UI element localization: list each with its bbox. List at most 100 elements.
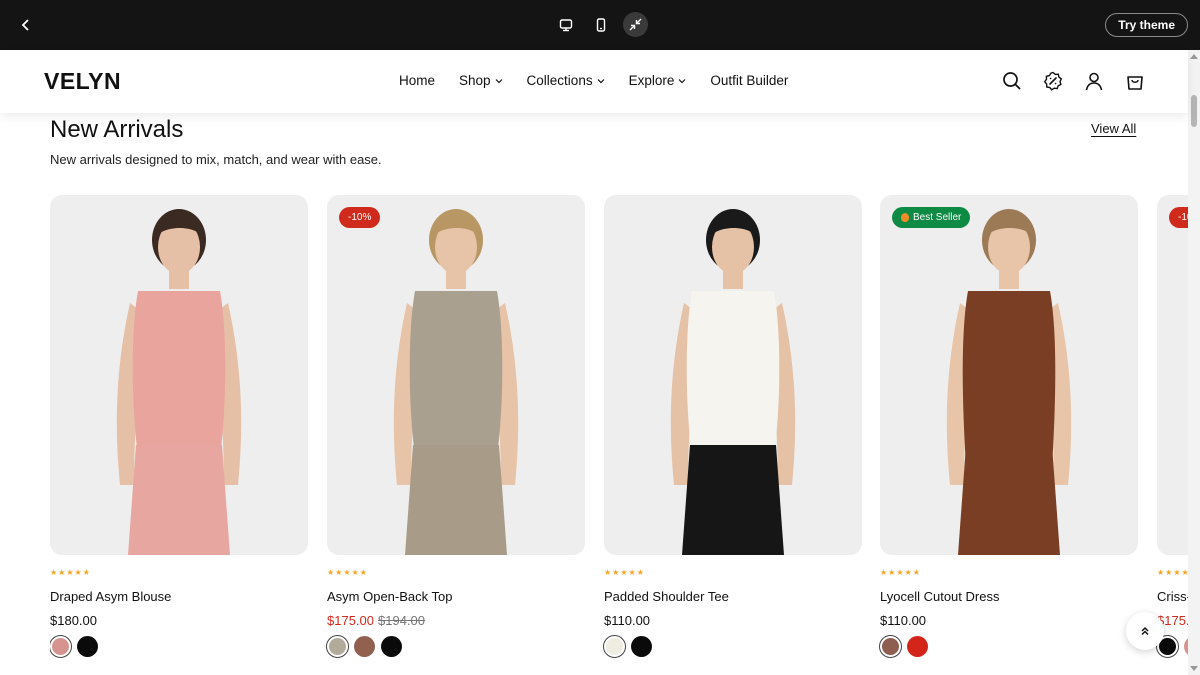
product-name[interactable]: Lyocell Cutout Dress — [880, 589, 1138, 604]
rating-stars: ★★★★★ — [327, 568, 585, 577]
color-swatches — [50, 635, 308, 658]
star-icon: ★ — [620, 568, 628, 577]
product-image[interactable]: -10 — [1157, 195, 1188, 555]
scroll-up-icon[interactable] — [1190, 54, 1198, 59]
star-icon: ★ — [359, 568, 367, 577]
product-image[interactable]: -10% — [327, 195, 585, 555]
try-theme-button[interactable]: Try theme — [1105, 13, 1188, 37]
cart-icon[interactable] — [1124, 70, 1146, 92]
color-swatch[interactable] — [603, 635, 626, 658]
header-icons — [1001, 70, 1146, 92]
nav-home[interactable]: Home — [399, 73, 435, 88]
product-image[interactable]: Best Seller — [880, 195, 1138, 555]
best-seller-badge: Best Seller — [892, 207, 971, 228]
product-name[interactable]: Criss- — [1157, 589, 1188, 604]
price-row: $180.00 — [50, 613, 308, 628]
nav-label: Home — [399, 73, 436, 88]
back-icon[interactable] — [14, 13, 38, 37]
product-price: $175.00 — [327, 613, 374, 628]
scroll-thumb[interactable] — [1191, 95, 1197, 127]
star-icon: ★ — [327, 568, 335, 577]
section-subtitle: New arrivals designed to mix, match, and… — [50, 152, 382, 167]
color-swatch[interactable] — [907, 636, 928, 657]
star-icon: ★ — [636, 568, 644, 577]
product-name[interactable]: Asym Open-Back Top — [327, 589, 585, 604]
color-swatch[interactable] — [1184, 636, 1188, 657]
product-card[interactable]: Best Seller ★ ★ ★ ★ ★ Lyocell Cutout Dress $110… — [879, 195, 1138, 658]
discount-badge: -10 — [1169, 207, 1188, 228]
color-swatch[interactable] — [381, 636, 402, 657]
site-header: VELYN Home Shop Collections Explore Outf… — [0, 50, 1188, 113]
nav-label: Explore — [628, 73, 675, 88]
product-name[interactable]: Padded Shoulder Tee — [604, 589, 862, 604]
product-card[interactable]: -10★★★★★Criss-$175. — [1156, 195, 1188, 658]
product-image[interactable] — [604, 195, 862, 555]
product-card[interactable]: ★ ★ ★ ★ ★ Padded Shoulder Tee $110.00 — [603, 195, 862, 658]
star-icon: ★ — [351, 568, 359, 577]
chevron-down-icon — [678, 78, 686, 83]
star-icon: ★ — [1181, 568, 1188, 577]
star-icon: ★ — [912, 568, 920, 577]
price-row: $110.00 — [604, 613, 862, 628]
logo[interactable]: VELYN — [44, 68, 121, 95]
star-icon: ★ — [896, 568, 904, 577]
nav-outfit-builder[interactable]: Outfit Builder — [710, 73, 788, 88]
nav-label: Collections — [526, 73, 593, 88]
nav-explore[interactable]: Explore — [629, 73, 687, 88]
product-price: $110.00 — [880, 613, 927, 628]
desktop-icon[interactable] — [553, 12, 578, 37]
color-swatch[interactable] — [77, 636, 98, 657]
product-price: $180.00 — [50, 613, 97, 628]
device-switcher — [553, 12, 648, 37]
flame-icon — [901, 213, 909, 222]
color-swatch[interactable] — [50, 635, 72, 658]
color-swatch[interactable] — [326, 635, 349, 658]
product-price: $110.00 — [604, 613, 651, 628]
color-swatch[interactable] — [879, 635, 902, 658]
collapse-icon[interactable] — [623, 12, 648, 37]
color-swatch[interactable] — [631, 636, 652, 657]
star-icon: ★ — [335, 568, 343, 577]
star-icon: ★ — [66, 568, 74, 577]
star-icon: ★ — [904, 568, 912, 577]
chevron-down-icon — [597, 78, 605, 83]
star-icon: ★ — [604, 568, 612, 577]
rating-stars: ★★★★★ — [604, 568, 862, 577]
discount-badge: -10% — [339, 207, 381, 228]
view-all-link[interactable]: View All — [1091, 121, 1136, 136]
star-icon: ★ — [880, 568, 888, 577]
badge-label: Best Seller — [913, 212, 962, 223]
badge-icon[interactable] — [1042, 70, 1064, 92]
rating-stars: ★★★★★ — [50, 568, 308, 577]
star-icon: ★ — [888, 568, 896, 577]
search-icon[interactable] — [1001, 70, 1023, 92]
product-name[interactable]: Draped Asym Blouse — [50, 589, 308, 604]
nav-collections[interactable]: Collections — [527, 73, 605, 88]
rating-stars: ★★★★★ — [880, 568, 1138, 577]
rating-stars: ★★★★★ — [1157, 568, 1188, 577]
star-icon: ★ — [58, 568, 66, 577]
color-swatches — [603, 635, 862, 658]
mobile-icon[interactable] — [588, 12, 613, 37]
star-icon: ★ — [1173, 568, 1181, 577]
product-card[interactable]: ★ ★ ★ ★ ★ Draped Asym Blouse $180.00 — [50, 195, 308, 658]
price-row: $175.00 $194.00 — [327, 613, 585, 628]
product-grid: ★ ★ ★ ★ ★ Draped Asym Blouse $180.00 -10% ★ ★ ★ ★ ★ A… — [50, 195, 1188, 675]
page-scrollbar[interactable] — [1188, 50, 1200, 675]
color-swatch[interactable] — [354, 636, 375, 657]
nav-shop[interactable]: Shop — [459, 73, 503, 88]
chevron-down-icon — [495, 78, 502, 83]
star-icon: ★ — [82, 568, 90, 577]
star-icon: ★ — [343, 568, 351, 577]
account-icon[interactable] — [1083, 70, 1105, 92]
back-to-top-button[interactable] — [1126, 612, 1164, 650]
star-icon: ★ — [1165, 568, 1173, 577]
scroll-down-icon[interactable] — [1190, 666, 1198, 671]
main-nav: Home Shop Collections Explore Outfit Bui… — [399, 73, 788, 88]
price-row: $110.00 — [880, 613, 1138, 628]
double-chevron-up-icon — [1141, 626, 1149, 636]
star-icon: ★ — [612, 568, 620, 577]
product-image[interactable] — [50, 195, 308, 555]
color-swatches — [879, 635, 1138, 658]
product-card[interactable]: -10% ★ ★ ★ ★ ★ Asym Open-Back Top $175.00 $194.0… — [326, 195, 585, 658]
